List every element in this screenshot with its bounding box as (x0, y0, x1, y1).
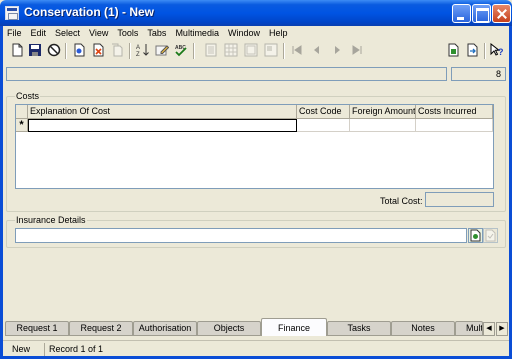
status-mode: New (12, 344, 31, 354)
window-frame-left (0, 26, 3, 359)
cell-explanation-of-cost[interactable] (28, 119, 297, 132)
app-icon[interactable] (5, 6, 19, 20)
status-bar: New Record 1 of 1 (3, 340, 509, 356)
help-icon[interactable]: ? (490, 43, 504, 57)
view-2-icon[interactable] (224, 43, 238, 57)
export-icon[interactable] (465, 43, 479, 57)
tab-tasks[interactable]: Tasks (327, 321, 391, 336)
previous-icon[interactable] (310, 43, 324, 57)
cell-foreign-amount[interactable] (350, 119, 416, 132)
menu-tabs[interactable]: Tabs (143, 26, 171, 41)
window-title: Conservation (1) - New (24, 5, 155, 19)
open-record-icon[interactable] (72, 43, 86, 57)
menu-window[interactable]: Window (224, 26, 265, 41)
delete-record-icon[interactable] (91, 43, 105, 57)
menu-tools[interactable]: Tools (113, 26, 143, 41)
tab-scroll-right[interactable]: ▶ (496, 322, 508, 336)
view-record-icon (485, 229, 496, 242)
cell-cost-code[interactable] (297, 119, 350, 132)
tab-scroll-left[interactable]: ◀ (483, 322, 495, 336)
svg-text:?: ? (498, 47, 504, 57)
tab-request-2[interactable]: Request 2 (69, 321, 133, 336)
new-row-marker: * (16, 119, 28, 132)
menu-select[interactable]: Select (51, 26, 85, 41)
edit-icon[interactable] (155, 43, 169, 57)
costs-grid[interactable]: Explanation Of Cost Cost Code Foreign Am… (15, 104, 494, 189)
view-1-icon[interactable] (204, 43, 218, 57)
svg-text:A: A (136, 45, 140, 51)
record-status-field (6, 67, 447, 81)
last-icon[interactable] (350, 43, 364, 57)
column-header-cost-code[interactable]: Cost Code (297, 105, 350, 119)
svg-text:Z: Z (136, 52, 140, 57)
column-header-foreign-amount[interactable]: Foreign Amount (350, 105, 416, 119)
record-count: 8 (451, 67, 506, 81)
view-3-icon[interactable] (244, 43, 258, 57)
menu-bar: File Edit Select View Tools Tabs Multime… (3, 26, 509, 41)
tab-strip: Request 1 Request 2 Authorisation Object… (3, 318, 483, 336)
insurance-group-label: Insurance Details (15, 215, 87, 225)
total-cost-label: Total Cost: (380, 196, 423, 206)
title-bar[interactable]: Conservation (1) - New (0, 0, 512, 26)
column-header-explanation[interactable]: Explanation Of Cost (28, 105, 297, 119)
report-icon[interactable] (446, 43, 460, 57)
cancel-icon[interactable] (47, 43, 61, 57)
sort-icon[interactable]: AZ (136, 43, 150, 57)
menu-file[interactable]: File (3, 26, 27, 41)
new-icon[interactable] (10, 43, 24, 57)
spellcheck-icon[interactable]: ABC (174, 43, 188, 57)
toolbar-separator (283, 43, 285, 59)
status-record-position: Record 1 of 1 (44, 343, 164, 356)
costs-group-label: Costs (15, 91, 41, 101)
close-button[interactable] (492, 4, 511, 23)
toolbar-separator (65, 43, 67, 59)
copy-icon[interactable] (110, 43, 124, 57)
menu-help[interactable]: Help (265, 26, 293, 41)
cell-costs-incurred[interactable] (416, 119, 493, 132)
maximize-button[interactable] (472, 4, 491, 23)
tab-objects[interactable]: Objects (197, 321, 261, 336)
next-icon[interactable] (330, 43, 344, 57)
view-4-icon[interactable] (264, 43, 278, 57)
toolbar-separator (484, 43, 486, 59)
grid-corner-header (16, 105, 28, 119)
tab-finance[interactable]: Finance (261, 318, 327, 336)
toolbar: AZ ABC ? (3, 41, 509, 61)
tab-authorisation[interactable]: Authorisation (133, 321, 197, 336)
insurance-link-button[interactable] (468, 228, 483, 243)
toolbar-separator (193, 43, 195, 59)
total-cost-field (425, 192, 494, 207)
menu-view[interactable]: View (85, 26, 113, 41)
tab-multimedia[interactable]: Multi (455, 321, 483, 336)
save-icon[interactable] (28, 43, 42, 57)
toolbar-separator (129, 43, 131, 59)
menu-multimedia[interactable]: Multimedia (171, 26, 224, 41)
insurance-view-button[interactable] (483, 228, 498, 243)
insurance-details-field[interactable] (15, 228, 467, 243)
first-icon[interactable] (290, 43, 304, 57)
column-header-costs-incurred[interactable]: Costs Incurred (416, 105, 493, 119)
link-record-icon (470, 229, 481, 242)
tab-request-1[interactable]: Request 1 (5, 321, 69, 336)
tab-notes[interactable]: Notes (391, 321, 455, 336)
minimize-button[interactable] (452, 4, 471, 23)
menu-edit[interactable]: Edit (27, 26, 52, 41)
